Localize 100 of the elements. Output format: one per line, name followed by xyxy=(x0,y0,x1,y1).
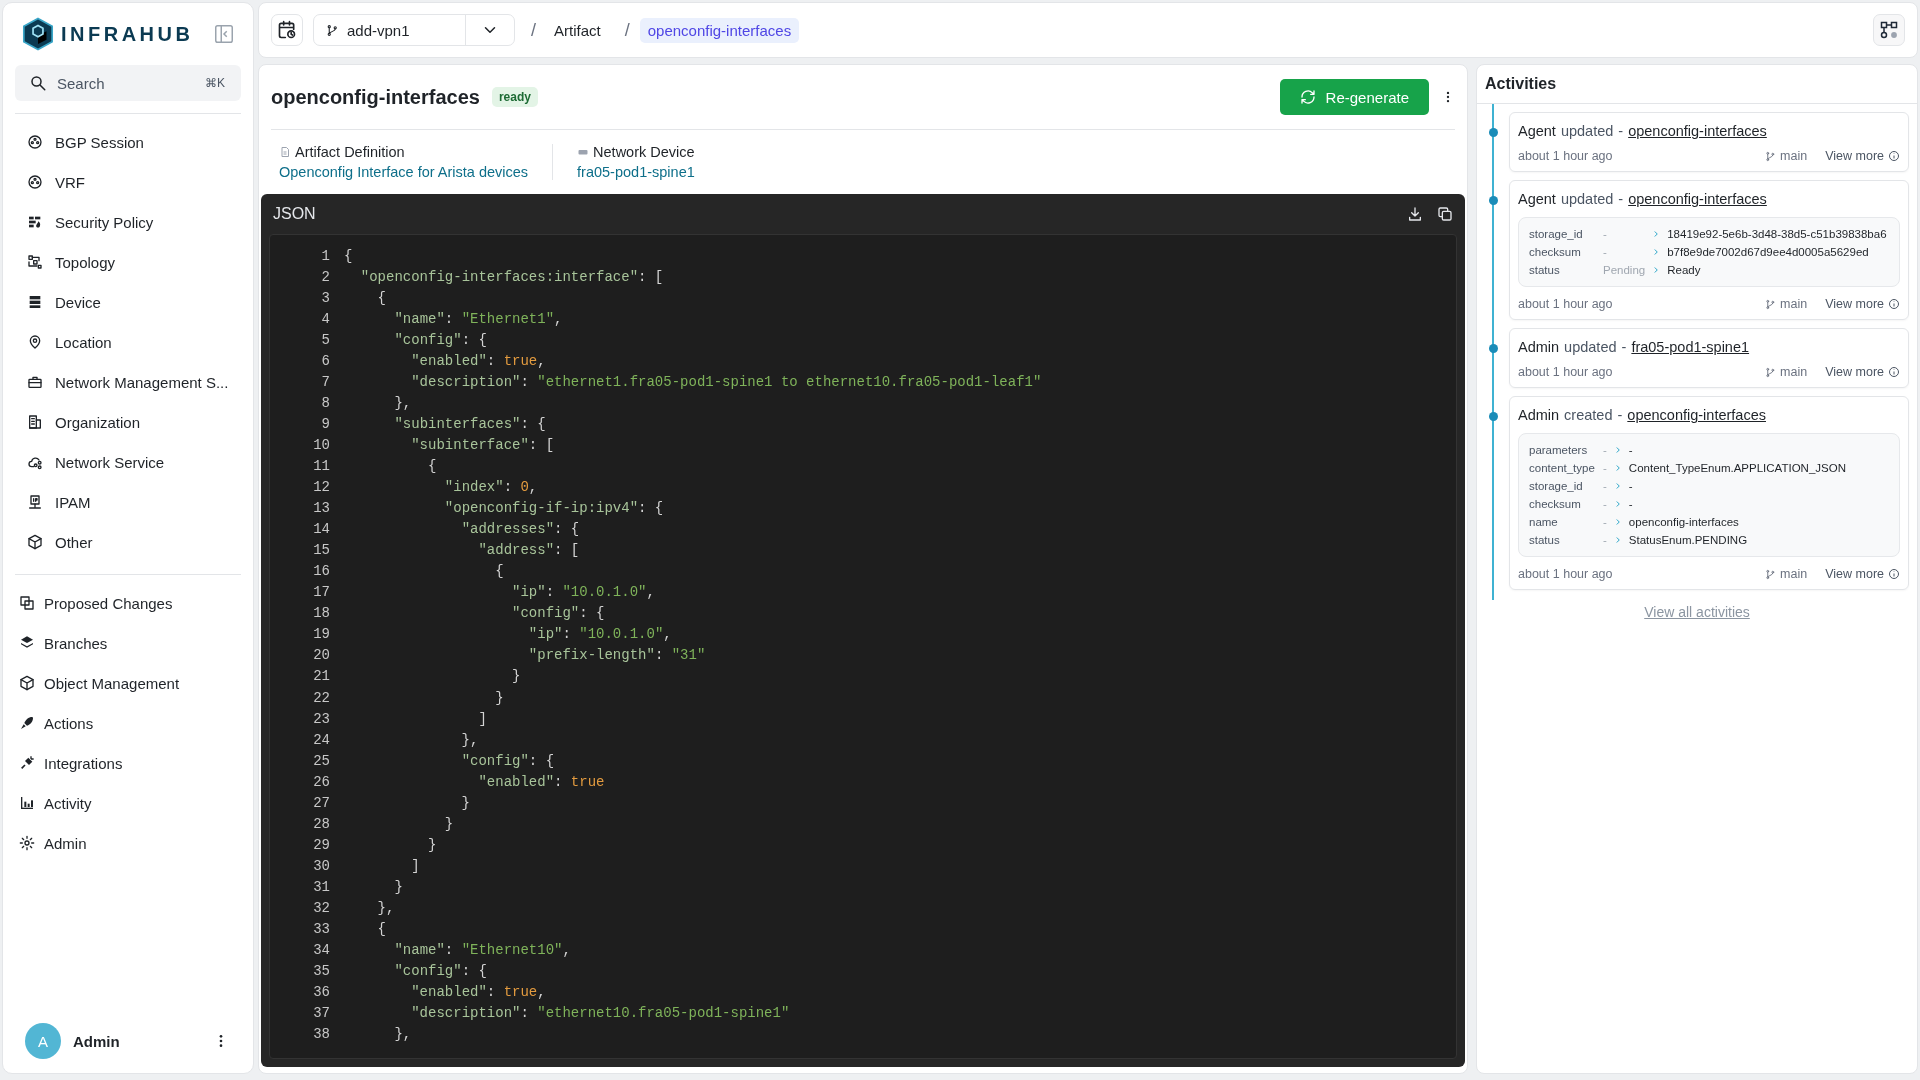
view-more-link[interactable]: View more xyxy=(1825,149,1900,163)
nav-item[interactable]: Topology xyxy=(23,242,241,282)
logo-icon xyxy=(21,17,55,51)
old-value: Pending xyxy=(1603,264,1646,276)
graph-view-button[interactable] xyxy=(1873,14,1905,46)
date-picker-button[interactable] xyxy=(271,14,303,46)
property-link[interactable]: fra05-pod1-spine1 xyxy=(577,164,695,180)
view-more-link[interactable]: View more xyxy=(1825,567,1900,581)
nav-item[interactable]: Admin xyxy=(15,823,241,863)
line-number: 11 xyxy=(312,458,331,474)
nav-item[interactable]: Network Service xyxy=(23,442,241,482)
field-name: content_type xyxy=(1529,462,1596,474)
property-link[interactable]: Openconfig Interface for Arista devices xyxy=(279,164,529,180)
nav-item[interactable]: Activity xyxy=(15,783,241,823)
activity-verb: updated xyxy=(1560,191,1614,207)
code-line: { xyxy=(376,289,386,306)
old-value: - xyxy=(1603,462,1607,474)
line-number: 17 xyxy=(312,584,331,601)
separator-text: - xyxy=(1617,407,1623,423)
line-number: 34 xyxy=(312,942,331,959)
line-number: 22 xyxy=(312,689,331,706)
nav-item[interactable]: Network Management S... xyxy=(23,362,241,402)
old-value: - xyxy=(1603,444,1607,456)
line-number: 35 xyxy=(312,963,331,980)
branch-selector[interactable]: add-vpn1 xyxy=(313,14,515,46)
line-number: 12 xyxy=(312,479,331,496)
nav-item[interactable]: VRF xyxy=(23,162,241,202)
code-line: "enabled": true, xyxy=(410,352,546,369)
nav-item[interactable]: Actions xyxy=(15,703,241,743)
nav-item[interactable]: Device xyxy=(23,282,241,322)
code-line: "subinterfaces": { xyxy=(393,415,546,432)
nav-item[interactable]: Integrations xyxy=(15,743,241,783)
code-line: } xyxy=(393,878,403,895)
line-number: 10 xyxy=(312,436,331,453)
nav-item[interactable]: Proposed Changes xyxy=(15,583,241,623)
line-number: 30 xyxy=(312,857,331,874)
branch-icon xyxy=(1765,298,1777,310)
object-link[interactable]: openconfig-interfaces xyxy=(1628,123,1767,139)
field-name: checksum xyxy=(1529,246,1582,258)
breadcrumb-link[interactable]: openconfig-interfaces xyxy=(639,17,800,43)
code-line: "name": "Ethernet1", xyxy=(393,310,563,327)
cube-icon xyxy=(19,675,35,691)
shortcut-hint: ⌘K xyxy=(205,76,225,90)
copy-icon[interactable] xyxy=(1437,206,1453,222)
logo-text: INFRAHUB xyxy=(61,22,194,46)
code-line: }, xyxy=(393,394,412,411)
object-link[interactable]: openconfig-interfaces xyxy=(1627,407,1766,423)
timestamp: about 1 hour ago xyxy=(1518,297,1613,311)
nav-item[interactable]: Other xyxy=(23,522,241,562)
toolbox-icon xyxy=(27,374,43,390)
download-icon[interactable] xyxy=(1407,206,1423,222)
nav-item[interactable]: Object Management xyxy=(15,663,241,703)
field-name: checksum xyxy=(1529,498,1582,510)
breadcrumb-link[interactable]: Artifact xyxy=(546,17,609,43)
collapse-sidebar-icon[interactable] xyxy=(213,23,235,45)
nav-item[interactable]: Security Policy xyxy=(23,202,241,242)
info-icon xyxy=(1888,568,1900,580)
nav-item[interactable]: Location xyxy=(23,322,241,362)
branch-icon xyxy=(1765,150,1777,162)
firewall-icon xyxy=(27,214,43,230)
code-line: "config": { xyxy=(393,331,487,348)
line-number: 36 xyxy=(312,984,331,1001)
branch-name: add-vpn1 xyxy=(347,21,410,39)
code-line: }, xyxy=(376,899,395,916)
timeline-dot xyxy=(1489,412,1498,421)
field-name: parameters xyxy=(1529,444,1589,456)
branch-icon xyxy=(1765,366,1777,378)
line-number: 6 xyxy=(320,352,331,369)
old-value: - xyxy=(1603,480,1607,492)
object-link[interactable]: openconfig-interfaces xyxy=(1628,191,1767,207)
line-number: 33 xyxy=(312,921,331,937)
new-value: StatusEnum.PENDING xyxy=(1628,534,1749,546)
new-value: Ready xyxy=(1667,264,1702,276)
code-line: "ip": "10.0.1.0", xyxy=(511,584,655,601)
object-link[interactable]: fra05-pod1-spine1 xyxy=(1631,339,1750,355)
nav-item[interactable]: BGP Session xyxy=(23,122,241,162)
code-line: "config": { xyxy=(460,752,555,769)
timeline-dot xyxy=(1489,128,1498,137)
timestamp: about 1 hour ago xyxy=(1518,567,1613,581)
view-more-link[interactable]: View more xyxy=(1825,365,1900,379)
view-more-link[interactable]: View more xyxy=(1825,297,1900,311)
actor-name: Agent xyxy=(1518,123,1556,139)
user-name: Admin xyxy=(73,1032,120,1050)
panel-title: Activities xyxy=(1477,65,1917,104)
code-line: "config": { xyxy=(393,963,487,980)
old-value: - xyxy=(1603,516,1607,528)
nav-item[interactable]: Branches xyxy=(15,623,241,663)
code-line: ] xyxy=(410,857,420,874)
activity-verb: updated xyxy=(1560,123,1614,139)
code-line: } xyxy=(511,668,521,685)
line-number: 29 xyxy=(312,836,331,853)
line-number: 5 xyxy=(320,331,331,348)
line-number: 7 xyxy=(320,373,331,390)
branch-icon xyxy=(326,23,339,37)
nav-item[interactable]: Organization xyxy=(23,402,241,442)
nav-item[interactable]: IPAM xyxy=(23,482,241,522)
field-name: name xyxy=(1529,516,1559,528)
code-line: }, xyxy=(460,731,479,748)
document-icon xyxy=(279,146,291,158)
code-line: "index": 0, xyxy=(443,479,538,496)
